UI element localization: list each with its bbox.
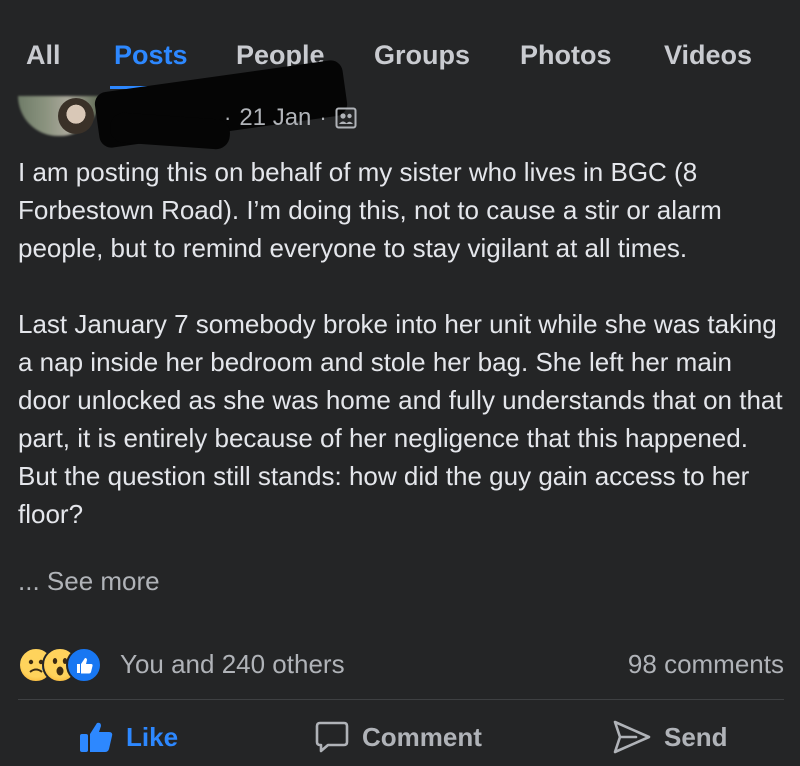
send-arrow-icon	[613, 720, 651, 754]
post-action-bar: Like Comment Send	[0, 712, 800, 762]
comments-count[interactable]: 98 comments	[628, 649, 784, 680]
reactions-row: You and 240 others 98 comments	[18, 643, 784, 683]
like-label: Like	[126, 721, 179, 752]
avatar-photo[interactable]	[58, 98, 94, 134]
post-paragraph: Last January 7 somebody broke into her u…	[18, 309, 783, 529]
like-reaction-icon	[66, 647, 102, 683]
post-body: I am posting this on behalf of my sister…	[18, 153, 788, 533]
group-audience-icon	[335, 107, 357, 129]
send-button[interactable]: Send	[612, 712, 728, 762]
reaction-icons[interactable]	[18, 647, 114, 683]
post-meta: · 21 Jan ·	[224, 104, 357, 132]
comment-bubble-icon	[315, 721, 349, 753]
tab-photos[interactable]: Photos	[520, 40, 612, 71]
comment-label: Comment	[362, 721, 482, 752]
thumbs-up-icon	[80, 722, 113, 752]
post-paragraph: I am posting this on behalf of my sister…	[18, 157, 722, 263]
comment-button[interactable]: Comment	[314, 712, 482, 762]
tab-posts[interactable]: Posts	[114, 40, 188, 71]
reaction-summary[interactable]: You and 240 others	[120, 649, 345, 680]
like-button[interactable]: Like	[78, 712, 178, 762]
tab-all[interactable]: All	[26, 40, 61, 71]
divider	[18, 699, 784, 700]
meta-separator: ·	[319, 105, 327, 130]
tab-videos[interactable]: Videos	[664, 40, 752, 71]
post-date[interactable]: 21 Jan	[239, 104, 311, 132]
post-header: · 21 Jan ·	[0, 58, 800, 151]
tab-groups[interactable]: Groups	[374, 40, 470, 71]
see-more-link[interactable]: ... See more	[18, 566, 160, 597]
meta-separator: ·	[224, 105, 232, 130]
send-label: Send	[664, 721, 728, 752]
search-tabs: All Posts People Groups Photos Videos	[0, 40, 800, 80]
